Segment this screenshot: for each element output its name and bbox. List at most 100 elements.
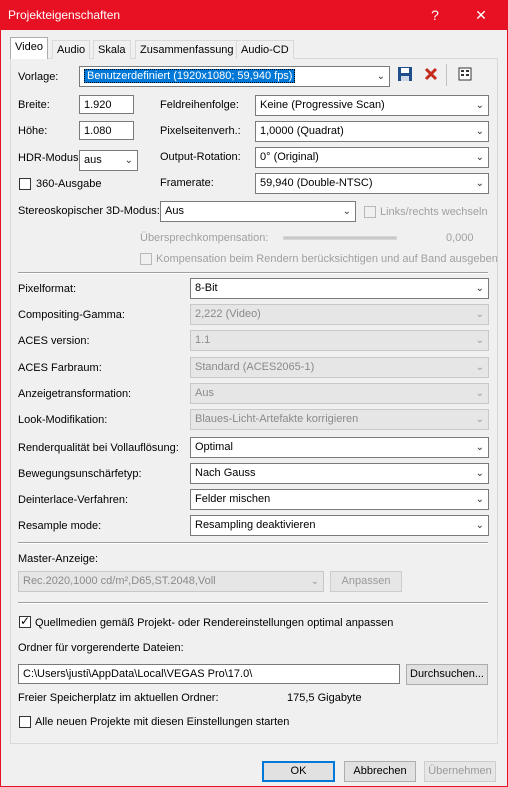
chevron-down-icon: ⌄	[376, 71, 385, 82]
framerate-value: 59,940 (Double-NTSC)	[260, 177, 373, 189]
setting-value: 1.1	[195, 334, 211, 346]
divider	[18, 542, 488, 544]
setting-select[interactable]: Aus ⌄	[190, 383, 489, 404]
chevron-down-icon: ⌄	[475, 309, 484, 320]
adjust-button[interactable]: Anpassen	[330, 571, 402, 592]
master-display-select[interactable]: Rec.2020,1000 cd/m²,D65,ST.2048,Voll ⌄	[18, 571, 324, 592]
setting-label: Bewegungsunschärfetyp:	[18, 468, 142, 480]
crosstalk-render-label: Kompensation beim Rendern berücksichtige…	[156, 253, 498, 265]
output360-checkbox[interactable]	[19, 178, 31, 190]
ok-button[interactable]: OK	[262, 761, 335, 782]
setting-select[interactable]: 8-Bit ⌄	[190, 278, 489, 299]
setting-select[interactable]: Resampling deaktivieren ⌄	[190, 515, 489, 536]
match-media-icon	[458, 67, 472, 81]
tab-video[interactable]: Video	[10, 37, 48, 59]
field-order-select[interactable]: Keine (Progressive Scan) ⌄	[255, 95, 489, 116]
chevron-down-icon: ⌄	[475, 388, 484, 399]
crosstalk-slider[interactable]	[283, 236, 397, 240]
setting-label: Deinterlace-Verfahren:	[18, 494, 129, 506]
chevron-down-icon: ⌄	[124, 155, 133, 166]
setting-select[interactable]: Felder mischen ⌄	[190, 489, 489, 510]
start-all-checkbox[interactable]	[19, 716, 31, 728]
height-label: Höhe:	[18, 125, 48, 137]
setting-value: Blaues-Licht-Artefakte korrigieren	[195, 413, 359, 425]
chevron-down-icon: ⌄	[475, 494, 484, 505]
setting-value: Resampling deaktivieren	[195, 519, 316, 531]
height-input[interactable]: 1.080	[79, 121, 134, 140]
match-media-button[interactable]	[456, 66, 474, 84]
apply-button[interactable]: Übernehmen	[424, 761, 496, 782]
swap-lr-checkbox[interactable]	[364, 206, 376, 218]
master-display-value: Rec.2020,1000 cd/m²,D65,ST.2048,Voll	[23, 575, 216, 587]
setting-value: Standard (ACES2065-1)	[195, 361, 315, 373]
setting-label: Resample mode:	[18, 520, 102, 532]
chevron-down-icon: ⌄	[475, 178, 484, 189]
crosstalk-render-checkbox[interactable]	[140, 253, 152, 265]
setting-select[interactable]: Optimal ⌄	[190, 437, 489, 458]
tab-zusammenfassung[interactable]: Zusammenfassung	[135, 40, 239, 59]
crosstalk-value: 0,000	[446, 232, 474, 244]
setting-label: Anzeigetransformation:	[18, 388, 132, 400]
chevron-down-icon: ⌄	[475, 442, 484, 453]
chevron-down-icon: ⌄	[475, 414, 484, 425]
save-template-button[interactable]	[396, 66, 414, 84]
setting-value: Felder mischen	[195, 493, 271, 505]
tab-audio-cd[interactable]: Audio-CD	[236, 40, 294, 59]
divider	[18, 602, 488, 604]
template-select[interactable]: Benutzerdefiniert (1920x1080; 59,940 fps…	[79, 66, 390, 87]
close-button[interactable]: ✕	[458, 0, 504, 30]
stereo3d-label: Stereoskopischer 3D-Modus:	[18, 205, 160, 217]
chevron-down-icon: ⌄	[475, 362, 484, 373]
output-rotation-label: Output-Rotation:	[160, 151, 241, 163]
field-order-label: Feldreihenfolge:	[160, 99, 239, 111]
chevron-down-icon: ⌄	[342, 206, 351, 217]
start-all-label: Alle neuen Projekte mit diesen Einstellu…	[35, 716, 290, 728]
setting-select[interactable]: Standard (ACES2065-1) ⌄	[190, 357, 489, 378]
free-space-label: Freier Speicherplatz im aktuellen Ordner…	[18, 692, 219, 704]
setting-select[interactable]: Nach Gauss ⌄	[190, 463, 489, 484]
output-rotation-value: 0° (Original)	[260, 151, 319, 163]
stereo3d-value: Aus	[165, 205, 184, 217]
browse-button[interactable]: Durchsuchen...	[406, 664, 488, 685]
source-media-label: Quellmedien gemäß Projekt- oder Renderei…	[35, 617, 394, 629]
template-label: Vorlage:	[18, 71, 59, 83]
setting-select[interactable]: 2,222 (Video) ⌄	[190, 304, 489, 325]
chevron-down-icon: ⌄	[475, 335, 484, 346]
free-space-value: 175,5 Gigabyte	[287, 692, 362, 704]
setting-label: ACES version:	[18, 335, 90, 347]
help-button[interactable]: ?	[412, 0, 458, 30]
hdr-select[interactable]: aus ⌄	[79, 150, 138, 171]
chevron-down-icon: ⌄	[475, 126, 484, 137]
setting-value: Aus	[195, 387, 214, 399]
cancel-button[interactable]: Abbrechen	[344, 761, 416, 782]
stereo3d-select[interactable]: Aus ⌄	[160, 201, 356, 222]
setting-label: Compositing-Gamma:	[18, 309, 125, 321]
swap-lr-label: Links/rechts wechseln	[380, 206, 488, 218]
field-order-value: Keine (Progressive Scan)	[260, 99, 385, 111]
chevron-down-icon: ⌄	[475, 283, 484, 294]
tab-audio[interactable]: Audio	[52, 40, 91, 59]
width-input[interactable]: 1.920	[79, 95, 134, 114]
chevron-down-icon: ⌄	[475, 100, 484, 111]
setting-select[interactable]: Blaues-Licht-Artefakte korrigieren ⌄	[190, 409, 489, 430]
framerate-select[interactable]: 59,940 (Double-NTSC) ⌄	[255, 173, 489, 194]
prerender-folder-input[interactable]: C:\Users\justi\AppData\Local\VEGAS Pro\1…	[18, 664, 400, 684]
setting-value: 2,222 (Video)	[195, 308, 261, 320]
source-media-checkbox[interactable]	[19, 614, 31, 628]
separator	[446, 64, 447, 86]
setting-select[interactable]: 1.1 ⌄	[190, 330, 489, 351]
save-icon	[398, 67, 412, 81]
template-value: Benutzerdefiniert (1920x1080; 59,940 fps…	[84, 69, 296, 83]
width-label: Breite:	[18, 99, 50, 111]
setting-label: ACES Farbraum:	[18, 362, 102, 374]
setting-value: 8-Bit	[195, 282, 218, 294]
delete-template-button[interactable]	[422, 66, 440, 84]
pixel-aspect-select[interactable]: 1,0000 (Quadrat) ⌄	[255, 121, 489, 142]
output-rotation-select[interactable]: 0° (Original) ⌄	[255, 147, 489, 168]
setting-label: Renderqualität bei Vollauflösung:	[18, 442, 179, 454]
tab-skala[interactable]: Skala	[93, 40, 131, 59]
setting-label: Pixelformat:	[18, 283, 77, 295]
pixel-aspect-value: 1,0000 (Quadrat)	[260, 125, 344, 137]
delete-icon	[424, 67, 438, 81]
chevron-down-icon: ⌄	[475, 468, 484, 479]
